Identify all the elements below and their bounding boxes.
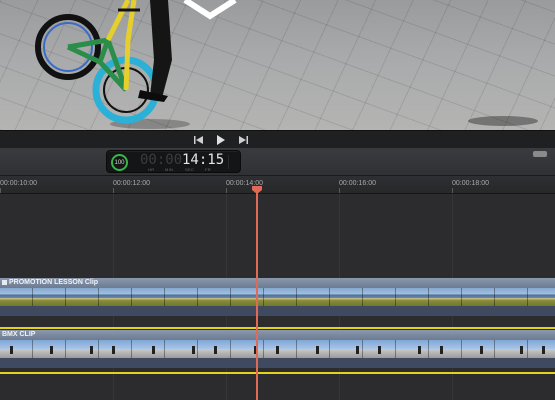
clip-audio-track (0, 306, 555, 316)
clip-thumbnail (99, 288, 132, 306)
clip-thumbnail (132, 288, 165, 306)
clip-thumbnail (297, 340, 330, 358)
clip-filmstrip (0, 340, 555, 358)
ruler-label: 00:00:18:00 (452, 180, 489, 187)
timecode-stepper[interactable] (228, 155, 236, 169)
ruler-tick (226, 188, 227, 193)
timecode-hours-minutes: 00:00 (140, 152, 183, 168)
video-viewer[interactable] (0, 0, 555, 130)
clip-audio-track (0, 358, 555, 368)
transport-bar (0, 130, 555, 148)
thumbnail-figure (50, 346, 53, 354)
timecode-unit-sec: SEC (185, 167, 195, 172)
thumbnail-figure (418, 346, 421, 354)
ruler-tick (339, 188, 340, 193)
clip-thumbnail (66, 288, 99, 306)
timecode-unit-min: MIN (165, 167, 174, 172)
clip-thumbnail (297, 288, 330, 306)
audio-level-line[interactable] (0, 327, 555, 329)
clip-thumbnail (231, 288, 264, 306)
clip-thumbnail (396, 288, 429, 306)
timecode-unit-fr: FR (205, 167, 211, 172)
ruler-tick (452, 188, 453, 193)
clip-header: BMX CLIP (0, 330, 555, 340)
video-editor-window: 100 00:00 14:15 HR MIN SEC FR 00:00:10:0… (0, 0, 555, 400)
timeline-zoom-control[interactable] (533, 151, 547, 157)
thumbnail-figure (152, 346, 155, 354)
clip-thumbnail (462, 288, 495, 306)
clip-title: BMX CLIP (2, 331, 36, 338)
clip-thumbnail (330, 340, 363, 358)
playhead[interactable] (256, 186, 258, 400)
clip-title: PROMOTION LESSON Clip (2, 278, 98, 288)
play-icon (216, 134, 226, 145)
thumbnail-figure (112, 346, 115, 354)
clip-thumbnail (264, 288, 297, 306)
thumbnail-figure (520, 346, 523, 354)
clip-header: PROMOTION LESSON Clip (0, 278, 555, 288)
clip-filmstrip (0, 288, 555, 306)
thumbnail-figure (276, 346, 279, 354)
thumbnail-figure (10, 346, 13, 354)
ruler-label: 00:00:10:00 (0, 180, 37, 187)
clip-thumbnail (33, 340, 66, 358)
thumbnail-figure (316, 346, 319, 354)
clip-thumbnail (429, 288, 462, 306)
clip-thumbnail (330, 288, 363, 306)
clip-thumbnail (363, 288, 396, 306)
next-frame-button[interactable] (232, 132, 254, 147)
timecode-unit-hr: HR (148, 167, 155, 172)
clip-thumbnail (264, 340, 297, 358)
clip-thumbnail (198, 340, 231, 358)
clip-thumbnail (528, 288, 555, 306)
thumbnail-figure (440, 346, 443, 354)
clip-thumbnail (198, 288, 231, 306)
timeline-ruler[interactable]: 00:00:10:00 00:00:12:00 00:00:14:00 00:0… (0, 176, 555, 194)
skip-forward-icon (238, 135, 248, 144)
clip-thumbnail (99, 340, 132, 358)
viewer-frame-image (35, 0, 538, 129)
timeline[interactable]: PROMOTION LESSON Clip BMX CLIP (0, 194, 555, 400)
clip-thumbnail (528, 340, 555, 358)
clip-thumbnail (0, 340, 33, 358)
clip-thumbnail (495, 288, 528, 306)
previous-frame-button[interactable] (188, 132, 210, 147)
clip-thumbnail (363, 340, 396, 358)
clip-thumbnail (495, 340, 528, 358)
clip-thumbnail (33, 288, 66, 306)
clip-thumbnail (165, 340, 198, 358)
thumbnail-figure (542, 346, 545, 354)
clip-thumbnail (0, 288, 33, 306)
clip-thumbnail (396, 340, 429, 358)
zoom-percent-indicator: 100 (111, 154, 128, 171)
clip-thumbnail (462, 340, 495, 358)
timecode-seconds-frames: 14:15 (182, 152, 225, 168)
ruler-label: 00:00:12:00 (113, 180, 150, 187)
thumbnail-figure (480, 346, 483, 354)
toolbar: 100 00:00 14:15 HR MIN SEC FR (0, 148, 555, 176)
play-button[interactable] (210, 132, 232, 147)
thumbnail-figure (192, 346, 195, 354)
audio-level-line[interactable] (0, 372, 555, 374)
clip-bmx[interactable]: BMX CLIP (0, 330, 555, 370)
thumbnail-figure (90, 346, 93, 354)
clip-thumbnail (165, 288, 198, 306)
ruler-tick (113, 188, 114, 193)
playhead-handle-icon[interactable] (252, 186, 262, 194)
timecode-display[interactable]: 100 00:00 14:15 HR MIN SEC FR (106, 150, 241, 173)
skip-back-icon (194, 135, 204, 144)
clip-thumbnail (429, 340, 462, 358)
ruler-tick (0, 188, 1, 193)
clip-thumbnail (66, 340, 99, 358)
ruler-label: 00:00:16:00 (339, 180, 376, 187)
clip-promotion-lesson[interactable]: PROMOTION LESSON Clip (0, 278, 555, 318)
clip-thumbnail (132, 340, 165, 358)
thumbnail-figure (378, 346, 381, 354)
thumbnail-figure (356, 346, 359, 354)
thumbnail-figure (214, 346, 217, 354)
clip-icon (2, 279, 7, 285)
clip-thumbnail (231, 340, 264, 358)
